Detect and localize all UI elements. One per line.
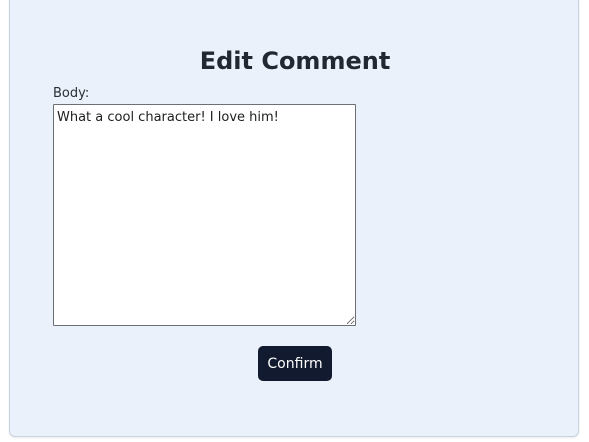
body-textarea[interactable]: What a cool character! I love him! <box>53 104 356 326</box>
page-title: Edit Comment <box>199 47 391 75</box>
edit-comment-card: Edit Comment Body: What a cool character… <box>9 0 579 437</box>
confirm-button[interactable]: Confirm <box>258 346 332 381</box>
body-label: Body: <box>53 86 90 101</box>
